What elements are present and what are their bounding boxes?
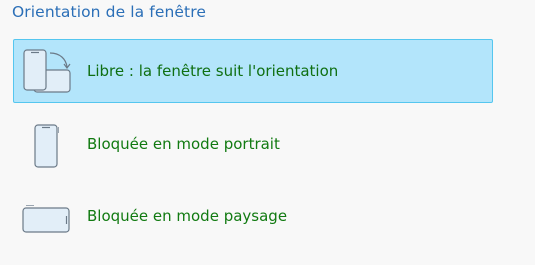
option-landscape-lock[interactable]: Bloquée en mode paysage: [13, 184, 493, 248]
option-label: Libre : la fenêtre suit l'orientation: [87, 62, 339, 80]
landscape-lock-icon: [20, 191, 72, 243]
portrait-lock-icon: [20, 119, 72, 171]
option-label: Bloquée en mode portrait: [87, 135, 280, 153]
section-title: Orientation de la fenêtre: [12, 3, 206, 21]
option-portrait-lock[interactable]: Bloquée en mode portrait: [13, 112, 493, 176]
rotate-device-icon: [20, 46, 72, 98]
option-label: Bloquée en mode paysage: [87, 207, 288, 225]
option-free-orientation[interactable]: Libre : la fenêtre suit l'orientation: [13, 39, 493, 103]
